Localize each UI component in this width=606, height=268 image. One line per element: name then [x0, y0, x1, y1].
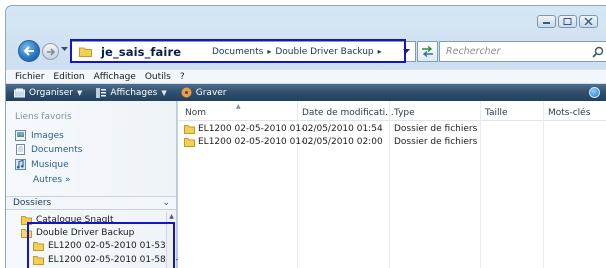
table-row[interactable]: EL1200 02-05-2010 01-... 02/05/2010 02:0…	[178, 136, 606, 149]
forward-button[interactable]	[42, 43, 59, 60]
documents-icon	[16, 144, 25, 155]
more-favorites-link[interactable]: Autres »	[33, 175, 71, 185]
row-type: Dossier de fichiers	[394, 124, 478, 134]
chevron-down-icon: ▼	[77, 88, 83, 97]
close-icon	[584, 18, 593, 25]
burn-disc-icon	[181, 87, 192, 98]
refresh-icon	[422, 46, 433, 57]
views-label: Affichages	[110, 87, 158, 98]
recent-pages-dropdown[interactable]	[61, 47, 68, 52]
favorites-heading: Liens favoris	[15, 112, 72, 122]
row-date: 02/05/2010 02:00	[302, 137, 383, 147]
organize-icon	[14, 88, 25, 97]
folders-label: Dossiers	[13, 198, 52, 208]
folder-icon	[33, 256, 44, 265]
command-toolbar: Organiser ▼ Affichages ▼ Graver	[6, 84, 606, 101]
favorite-music-label: Musique	[31, 159, 69, 170]
folder-icon	[33, 242, 44, 251]
open-folder-icon	[21, 229, 32, 238]
minimize-icon	[543, 22, 550, 24]
tree-item-label: Double Driver Backup	[36, 228, 135, 238]
minimize-button[interactable]	[537, 15, 556, 28]
row-date: 02/05/2010 01:54	[302, 124, 383, 134]
address-dropdown-icon[interactable]	[403, 49, 410, 54]
column-header-tags[interactable]: Mots-clés	[548, 108, 590, 118]
menu-edition[interactable]: Edition	[53, 72, 84, 82]
tree-scrollbar[interactable]: ▲	[166, 212, 176, 268]
favorite-images[interactable]: Images	[15, 130, 64, 141]
organize-label: Organiser	[29, 87, 73, 98]
refresh-button[interactable]	[417, 41, 438, 62]
maximize-icon	[563, 18, 572, 25]
breadcrumb: Documents ▸ Double Driver Backup ▸	[212, 47, 386, 57]
menu-outils[interactable]: Outils	[145, 72, 171, 82]
tree-item-el1200-0153[interactable]: EL1200 02-05-2010 01-53-4	[33, 241, 175, 251]
folder-icon	[184, 138, 195, 147]
table-row[interactable]: EL1200 02-05-2010 01-... 02/05/2010 01:5…	[178, 123, 606, 136]
row-name: EL1200 02-05-2010 01-...	[198, 124, 313, 134]
column-header-date[interactable]: Date de modificati...	[302, 108, 394, 118]
views-button[interactable]: Affichages ▼	[96, 87, 167, 98]
folders-header[interactable]: Dossiers ⌄	[6, 196, 176, 210]
address-root-folder[interactable]: je_sais_faire	[101, 45, 181, 59]
window-controls	[537, 15, 598, 28]
help-icon[interactable]	[589, 87, 600, 98]
forward-arrow-icon	[46, 47, 55, 56]
navigation-pane: Liens favoris Images Documents Musique A…	[6, 101, 178, 268]
scroll-up-icon[interactable]: ▲	[168, 213, 175, 220]
close-button[interactable]	[579, 15, 598, 28]
menu-help[interactable]: ?	[180, 72, 185, 82]
sort-indicator-icon: ▲	[236, 103, 241, 110]
organize-button[interactable]: Organiser ▼	[14, 88, 82, 98]
back-button[interactable]	[18, 40, 40, 62]
views-icon	[96, 87, 107, 98]
tree-item-label: Catalogue SnagIt	[36, 215, 114, 225]
menu-bar: Fichier Edition Affichage Outils ?	[6, 69, 606, 83]
row-type: Dossier de fichiers	[394, 137, 478, 147]
column-header-type[interactable]: Type	[394, 108, 415, 118]
column-header-name[interactable]: Nom	[185, 108, 206, 118]
folder-icon	[184, 125, 195, 134]
search-icon[interactable]	[592, 46, 604, 58]
music-icon	[15, 159, 26, 170]
tree-item-double-driver-backup[interactable]: Double Driver Backup	[21, 228, 134, 238]
favorite-documents[interactable]: Documents	[15, 144, 82, 155]
menu-affichage[interactable]: Affichage	[94, 72, 136, 82]
tree-item-label: EL1200 02-05-2010 01-53-4	[48, 241, 175, 251]
column-headers: Nom ▲ Date de modificati... Type Taille …	[178, 103, 606, 121]
breadcrumb-documents[interactable]: Documents	[212, 47, 263, 57]
tree-item-catalogue-snagit[interactable]: Catalogue SnagIt	[21, 215, 114, 225]
folder-icon	[79, 47, 92, 57]
burn-label: Graver	[195, 87, 227, 98]
back-arrow-icon	[23, 46, 34, 56]
search-box[interactable]: Rechercher	[439, 41, 606, 62]
favorite-documents-label: Documents	[31, 144, 83, 155]
address-bar[interactable]: je_sais_faire Documents ▸ Double Driver Ba…	[70, 41, 416, 62]
navigation-bar: je_sais_faire Documents ▸ Double Driver Ba…	[18, 40, 606, 64]
images-icon	[15, 130, 26, 141]
chevron-down-icon: ▼	[161, 88, 167, 97]
search-placeholder[interactable]: Rechercher	[446, 46, 500, 57]
file-list: Nom ▲ Date de modificati... Type Taille …	[178, 101, 606, 268]
row-name: EL1200 02-05-2010 01-...	[198, 137, 313, 147]
tree-item-label: EL1200 02-05-2010 01-58-3-	[48, 255, 179, 265]
favorite-music[interactable]: Musique	[15, 159, 69, 170]
maximize-button[interactable]	[558, 15, 577, 28]
column-header-size[interactable]: Taille	[485, 108, 508, 118]
menu-fichier[interactable]: Fichier	[15, 72, 44, 82]
breadcrumb-separator-icon[interactable]: ▸	[378, 47, 382, 56]
tree-item-el1200-0158[interactable]: EL1200 02-05-2010 01-58-3-	[33, 255, 178, 265]
breadcrumb-separator-icon[interactable]: ▸	[267, 47, 271, 56]
favorite-images-label: Images	[31, 130, 64, 141]
chevron-down-icon[interactable]: ⌄	[162, 198, 170, 208]
folder-icon	[21, 216, 32, 225]
burn-button[interactable]: Graver	[181, 87, 227, 98]
breadcrumb-double-driver-backup[interactable]: Double Driver Backup	[275, 47, 373, 57]
